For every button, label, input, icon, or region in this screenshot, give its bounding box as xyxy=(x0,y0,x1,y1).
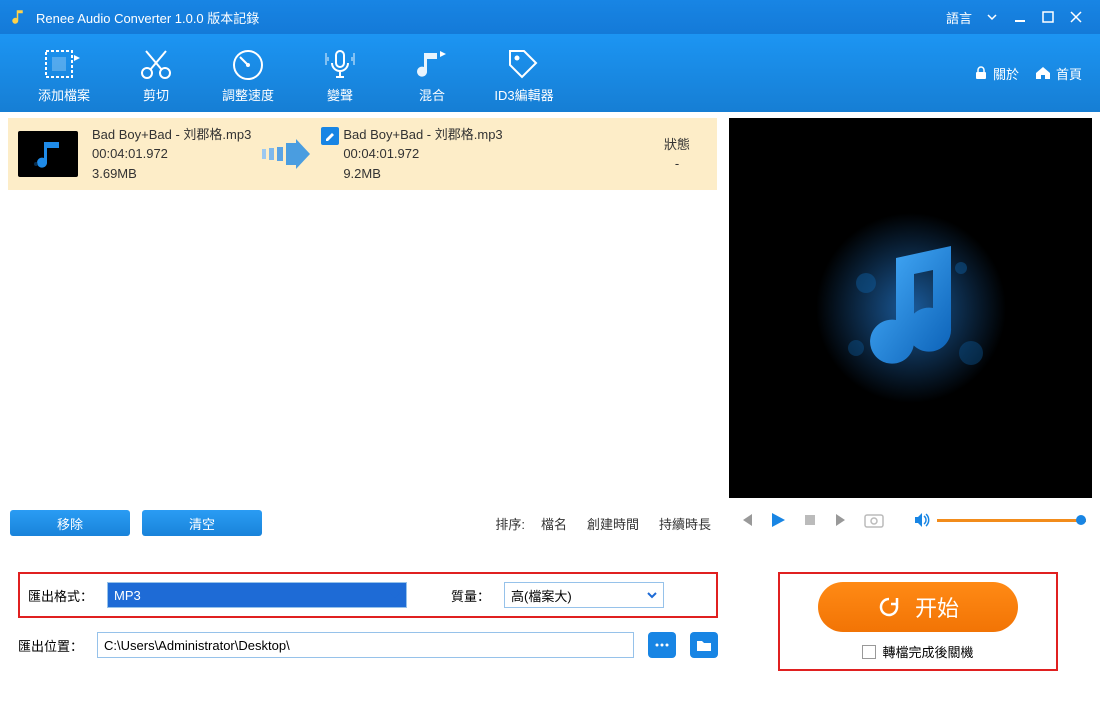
file-list-pane: Bad Boy+Bad - 刘郡格.mp3 00:04:01.972 3.69M… xyxy=(0,112,725,542)
file-row[interactable]: Bad Boy+Bad - 刘郡格.mp3 00:04:01.972 3.69M… xyxy=(8,118,717,190)
tag-icon xyxy=(506,47,542,81)
add-files-button[interactable]: 添加檔案 xyxy=(18,43,110,104)
list-actions-bar: 移除 清空 排序: 檔名 創建時間 持續時長 xyxy=(8,504,717,542)
source-file-info: Bad Boy+Bad - 刘郡格.mp3 00:04:01.972 3.69M… xyxy=(92,125,251,184)
tool-label: 剪切 xyxy=(143,85,169,104)
sort-by-created[interactable]: 創建時間 xyxy=(583,514,643,533)
edit-icon[interactable] xyxy=(321,127,339,145)
output-file-info: Bad Boy+Bad - 刘郡格.mp3 00:04:01.972 9.2MB xyxy=(321,125,502,184)
source-size: 3.69MB xyxy=(92,164,251,184)
about-link[interactable]: 關於 xyxy=(974,64,1019,83)
chevron-down-icon xyxy=(647,590,657,600)
microphone-icon xyxy=(322,47,358,81)
maximize-button[interactable] xyxy=(1034,3,1062,31)
prev-button[interactable] xyxy=(735,509,757,531)
browse-folder-button[interactable] xyxy=(690,632,718,658)
sort-by-duration[interactable]: 持續時長 xyxy=(655,514,715,533)
refresh-icon xyxy=(877,595,901,619)
source-duration: 00:04:01.972 xyxy=(92,144,251,164)
format-label: 匯出格式： xyxy=(28,586,93,605)
status-value: - xyxy=(647,154,707,174)
minimize-button[interactable] xyxy=(1006,3,1034,31)
lock-icon xyxy=(974,66,988,80)
clear-button[interactable]: 清空 xyxy=(142,510,262,536)
music-note-icon xyxy=(30,136,66,172)
main-area: Bad Boy+Bad - 刘郡格.mp3 00:04:01.972 3.69M… xyxy=(0,112,1100,542)
more-button[interactable] xyxy=(648,632,676,658)
home-link[interactable]: 首頁 xyxy=(1035,64,1082,83)
remove-button[interactable]: 移除 xyxy=(10,510,130,536)
app-logo-icon xyxy=(10,8,28,26)
volume-slider[interactable] xyxy=(913,512,1086,528)
snapshot-button[interactable] xyxy=(863,509,885,531)
volume-icon xyxy=(913,512,931,528)
tool-label: 混合 xyxy=(419,85,445,104)
play-button[interactable] xyxy=(767,509,789,531)
quality-label: 質量： xyxy=(451,586,490,605)
scissors-icon xyxy=(138,47,174,81)
path-input[interactable] xyxy=(97,632,634,658)
next-button[interactable] xyxy=(831,509,853,531)
output-size: 9.2MB xyxy=(343,164,502,184)
mix-icon xyxy=(414,47,450,81)
home-icon xyxy=(1035,66,1051,80)
bottom-panel: 匯出格式： MP3 質量： 高(檔案大) 匯出位置： 开始 轉檔完成後關機 xyxy=(0,542,1100,681)
export-path-row: 匯出位置： xyxy=(18,632,718,658)
toolbar: 添加檔案 剪切 調整速度 變聲 混合 ID3編輯器 關於 首頁 xyxy=(0,34,1100,112)
export-settings-row: 匯出格式： MP3 質量： 高(檔案大) xyxy=(18,572,718,618)
preview-area xyxy=(729,118,1092,498)
file-thumbnail xyxy=(18,131,78,177)
chevron-down-icon xyxy=(390,590,400,600)
status-header: 狀態 xyxy=(647,135,707,155)
source-filename: Bad Boy+Bad - 刘郡格.mp3 xyxy=(92,125,251,145)
output-filename: Bad Boy+Bad - 刘郡格.mp3 xyxy=(343,125,502,145)
mix-button[interactable]: 混合 xyxy=(386,43,478,104)
app-title: Renee Audio Converter 1.0.0 版本記錄 xyxy=(36,8,259,27)
checkbox-icon[interactable] xyxy=(862,645,876,659)
stop-button[interactable] xyxy=(799,509,821,531)
output-duration: 00:04:01.972 xyxy=(343,144,502,164)
voice-button[interactable]: 變聲 xyxy=(294,43,386,104)
sort-by-name[interactable]: 檔名 xyxy=(537,514,571,533)
player-controls xyxy=(729,498,1092,542)
gauge-icon xyxy=(230,47,266,81)
start-button[interactable]: 开始 xyxy=(818,582,1018,632)
preview-music-icon xyxy=(811,208,1011,408)
arrow-icon xyxy=(251,139,321,169)
shutdown-label: 轉檔完成後關機 xyxy=(882,642,973,661)
sort-label: 排序: xyxy=(495,514,525,533)
tool-label: 添加檔案 xyxy=(38,85,90,104)
close-button[interactable] xyxy=(1062,3,1090,31)
cut-button[interactable]: 剪切 xyxy=(110,43,202,104)
path-label: 匯出位置： xyxy=(18,636,83,655)
shutdown-checkbox-row[interactable]: 轉檔完成後關機 xyxy=(862,642,973,661)
status-column: 狀態 - xyxy=(647,135,707,174)
id3-editor-button[interactable]: ID3編輯器 xyxy=(478,43,570,104)
tool-label: ID3編輯器 xyxy=(494,85,553,104)
preview-pane xyxy=(725,112,1100,542)
chevron-down-icon[interactable] xyxy=(978,3,1006,31)
film-add-icon xyxy=(44,47,84,81)
title-bar: Renee Audio Converter 1.0.0 版本記錄 語言 xyxy=(0,0,1100,34)
tool-label: 變聲 xyxy=(327,85,353,104)
quality-select[interactable]: 高(檔案大) xyxy=(504,582,664,608)
language-menu[interactable]: 語言 xyxy=(946,8,972,27)
speed-button[interactable]: 調整速度 xyxy=(202,43,294,104)
start-panel: 开始 轉檔完成後關機 xyxy=(778,572,1058,671)
tool-label: 調整速度 xyxy=(222,85,274,104)
format-select[interactable]: MP3 xyxy=(107,582,407,608)
